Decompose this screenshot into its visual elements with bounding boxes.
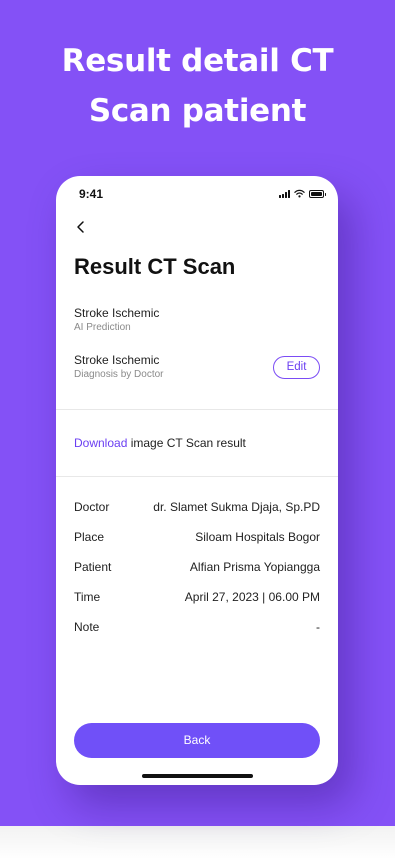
page-title: Result CT Scan — [74, 254, 236, 279]
home-indicator — [142, 774, 253, 778]
wifi-icon — [294, 189, 305, 198]
detail-value: dr. Slamet Sukma Djaja, Sp.PD — [153, 500, 320, 514]
signal-icon — [279, 190, 290, 198]
detail-label: Doctor — [74, 500, 110, 514]
status-icons — [279, 189, 326, 198]
headline-line-1: Result detail CT — [61, 43, 334, 79]
detail-label: Note — [74, 620, 100, 634]
doctor-diagnosis-block: Stroke Ischemic Diagnosis by Doctor — [74, 352, 163, 382]
detail-row-note: Note - — [74, 620, 320, 636]
back-button[interactable]: Back — [74, 723, 320, 758]
detail-row-time: Time April 27, 2023 | 06.00 PM — [74, 590, 320, 606]
battery-icon — [309, 190, 326, 198]
download-link[interactable]: Download — [74, 436, 127, 450]
background-shadow — [0, 826, 395, 860]
detail-value: Alfian Prisma Yopiangga — [189, 560, 320, 574]
headline-line-2: Scan patient — [88, 93, 307, 129]
status-time: 9:41 — [79, 187, 104, 201]
phone-frame: 9:41 Result CT Scan Stroke Ischemic AI P… — [56, 176, 338, 785]
download-row: Download image CT Scan result — [74, 436, 246, 450]
doctor-diagnosis-value: Stroke Ischemic — [74, 353, 160, 367]
detail-value: Siloam Hospitals Bogor — [195, 530, 320, 544]
detail-label: Patient — [74, 560, 112, 574]
detail-label: Place — [74, 530, 105, 544]
detail-value: - — [316, 620, 320, 634]
chevron-left-icon[interactable] — [74, 218, 88, 236]
headline: Result detail CT Scan patient — [0, 36, 395, 136]
doctor-diagnosis-caption: Diagnosis by Doctor — [74, 369, 164, 380]
ai-prediction-caption: AI Prediction — [74, 322, 131, 333]
edit-diagnosis-button[interactable]: Edit — [273, 356, 320, 379]
status-bar: 9:41 — [56, 176, 338, 212]
detail-row-patient: Patient Alfian Prisma Yopiangga — [74, 560, 320, 576]
detail-row-place: Place Siloam Hospitals Bogor — [74, 530, 320, 546]
download-text: image CT Scan result — [127, 436, 246, 450]
detail-row-doctor: Doctor dr. Slamet Sukma Djaja, Sp.PD — [74, 500, 320, 516]
divider — [56, 409, 338, 410]
ai-prediction-value: Stroke Ischemic — [74, 306, 160, 320]
ai-prediction-block: Stroke Ischemic AI Prediction — [74, 305, 159, 335]
detail-value: April 27, 2023 | 06.00 PM — [184, 590, 320, 604]
detail-label: Time — [74, 590, 101, 604]
divider — [56, 476, 338, 477]
